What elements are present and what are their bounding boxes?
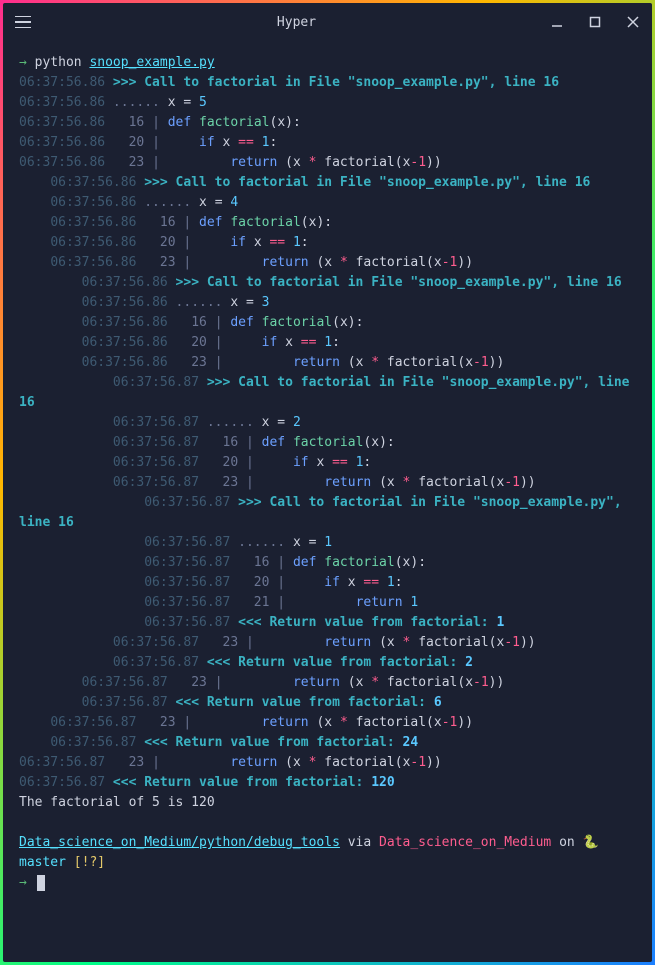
app-window: Hyper → python snoop_example.py06:37:56.… (3, 3, 652, 962)
maximize-icon[interactable] (588, 15, 602, 29)
title-bar: Hyper (3, 3, 652, 41)
minimize-icon[interactable] (550, 15, 564, 29)
app-title: Hyper (277, 15, 316, 30)
window-controls (550, 15, 640, 29)
close-icon[interactable] (626, 15, 640, 29)
cursor (37, 875, 45, 891)
terminal-output[interactable]: → python snoop_example.py06:37:56.86 >>>… (3, 41, 652, 962)
hamburger-menu[interactable] (15, 16, 43, 28)
